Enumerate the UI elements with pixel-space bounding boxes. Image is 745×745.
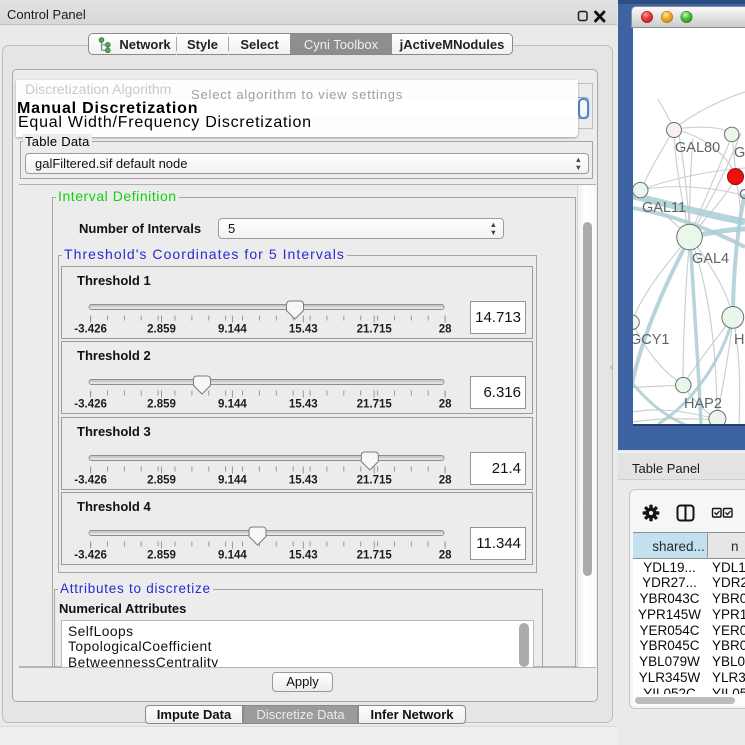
svg-text:21.715: 21.715	[357, 399, 393, 411]
svg-text:2.859: 2.859	[147, 550, 176, 562]
svg-text:GCY1: GCY1	[633, 332, 670, 348]
svg-text:-3.426: -3.426	[74, 550, 107, 562]
svg-text:GAL4: GAL4	[692, 251, 729, 267]
svg-text:15.43: 15.43	[289, 399, 318, 411]
svg-text:21.715: 21.715	[357, 475, 393, 487]
svg-text:21.715: 21.715	[357, 324, 393, 336]
svg-text:2.859: 2.859	[147, 475, 176, 487]
svg-text:15.43: 15.43	[289, 475, 318, 487]
svg-text:15.43: 15.43	[289, 324, 318, 336]
svg-text:15.43: 15.43	[289, 550, 318, 562]
svg-text:-3.426: -3.426	[74, 324, 107, 336]
svg-text:2.859: 2.859	[147, 399, 176, 411]
svg-text:GAL11: GAL11	[642, 200, 686, 216]
svg-text:28: 28	[439, 324, 452, 336]
svg-text:C: C	[739, 187, 745, 203]
svg-text:G: G	[734, 145, 745, 161]
svg-text:9.144: 9.144	[218, 324, 247, 336]
svg-text:-3.426: -3.426	[74, 475, 107, 487]
svg-text:2.859: 2.859	[147, 324, 176, 336]
svg-text:GAL80: GAL80	[675, 140, 720, 156]
svg-text:H: H	[734, 332, 744, 348]
svg-text:-3.426: -3.426	[74, 399, 107, 411]
svg-text:9.144: 9.144	[218, 475, 247, 487]
svg-text:9.144: 9.144	[218, 550, 247, 562]
svg-text:28: 28	[439, 550, 452, 562]
svg-text:21.715: 21.715	[357, 550, 393, 562]
svg-text:28: 28	[439, 399, 452, 411]
svg-text:28: 28	[439, 475, 452, 487]
svg-text:HAP2: HAP2	[684, 396, 722, 412]
svg-text:9.144: 9.144	[218, 399, 247, 411]
